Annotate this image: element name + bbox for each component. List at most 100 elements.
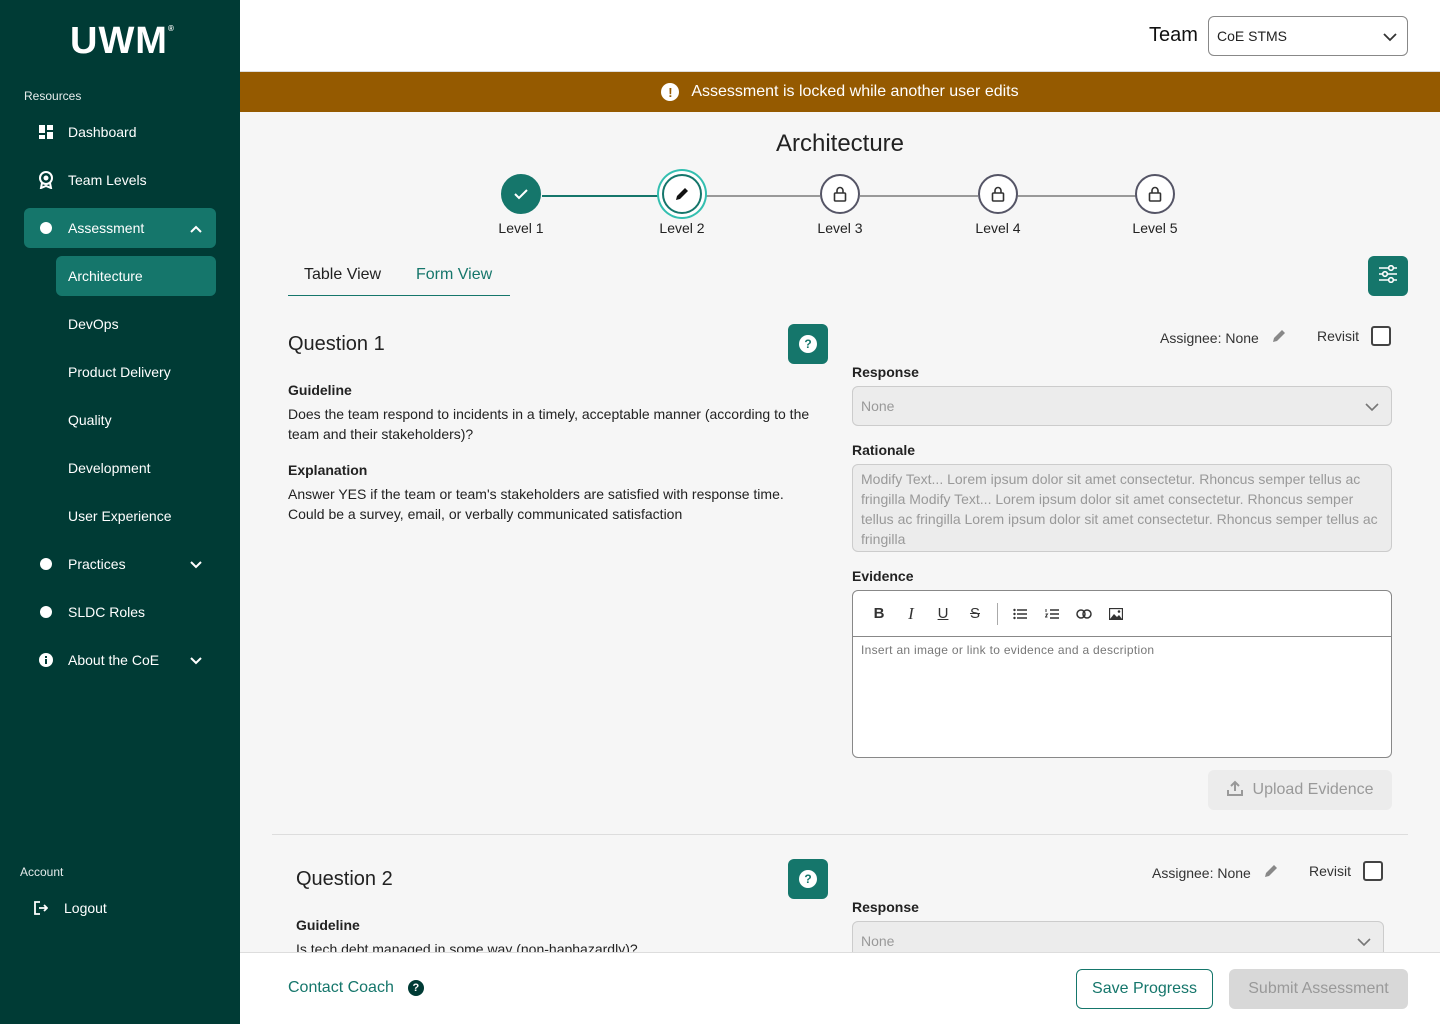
- bold-icon[interactable]: B: [863, 598, 895, 630]
- question-divider: [272, 834, 1408, 835]
- link-icon[interactable]: [1068, 598, 1100, 630]
- bullet-list-icon[interactable]: [1004, 598, 1036, 630]
- banner-text: Assessment is locked while another user …: [691, 83, 1019, 100]
- response-select[interactable]: None: [852, 386, 1392, 426]
- sidebar-subitem-architecture[interactable]: Architecture: [56, 256, 216, 296]
- circle-icon: [24, 558, 68, 570]
- upload-evidence-button[interactable]: Upload Evidence: [1208, 770, 1392, 810]
- revisit-label: Revisit: [1309, 863, 1352, 879]
- evidence-placeholder: Insert an image or link to evidence and …: [861, 643, 1155, 657]
- edit-assignee-icon[interactable]: [1271, 328, 1287, 347]
- response-value: None: [861, 398, 895, 414]
- team-select-value: CoE STMS: [1217, 28, 1288, 44]
- response-label: Response: [852, 364, 919, 380]
- logo-text: UWM: [70, 20, 168, 62]
- guideline-text: Is tech debt managed in some way (non-ha…: [296, 941, 638, 952]
- step-label: Level 2: [659, 220, 705, 236]
- revisit-toggle[interactable]: Revisit: [1317, 326, 1392, 346]
- contact-coach-link[interactable]: Contact Coach ?: [288, 979, 424, 997]
- response-label: Response: [852, 899, 919, 915]
- step-label: Level 3: [817, 220, 863, 236]
- filter-button[interactable]: [1368, 256, 1408, 296]
- sidebar-subitem-product-delivery[interactable]: Product Delivery: [56, 352, 216, 392]
- sidebar-item-sldc-roles[interactable]: SLDC Roles: [24, 592, 216, 632]
- help-icon: ?: [799, 335, 817, 353]
- help-icon: ?: [799, 870, 817, 888]
- assignee-text: Assignee: None: [1152, 864, 1251, 881]
- sidebar: UWM® Resources Dashboard Team Levels Ass…: [0, 0, 240, 1024]
- step-level-3[interactable]: Level 3: [800, 174, 880, 236]
- sidebar-subitem-user-experience[interactable]: User Experience: [56, 496, 216, 536]
- lock-banner: ! Assessment is locked while another use…: [240, 72, 1440, 112]
- upload-label: Upload Evidence: [1252, 781, 1374, 798]
- uwm-logo[interactable]: UWM®: [70, 20, 175, 63]
- image-icon[interactable]: [1100, 598, 1132, 630]
- sidebar-item-label: Team Levels: [68, 172, 147, 188]
- help-button[interactable]: ?: [788, 859, 828, 899]
- sliders-icon: [1378, 264, 1398, 288]
- step-level-5[interactable]: Level 5: [1115, 174, 1195, 236]
- circle-icon: [24, 222, 68, 234]
- step-label: Level 1: [498, 220, 544, 236]
- question-2-title: Question 2: [296, 868, 393, 890]
- logout-button[interactable]: Logout: [20, 888, 212, 928]
- account-label: Account: [20, 865, 64, 879]
- sidebar-item-dashboard[interactable]: Dashboard: [24, 112, 216, 152]
- numbered-list-icon[interactable]: [1036, 598, 1068, 630]
- italic-icon[interactable]: I: [895, 598, 927, 630]
- dashboard-icon: [24, 125, 68, 139]
- response-select[interactable]: None: [852, 921, 1384, 952]
- footer-bar: Contact Coach ? Save Progress Submit Ass…: [240, 952, 1440, 1024]
- sidebar-subitem-devops[interactable]: DevOps: [56, 304, 216, 344]
- question-1-title: Question 1: [288, 333, 385, 355]
- sidebar-item-label: Dashboard: [68, 124, 137, 140]
- lock-icon: [820, 174, 860, 214]
- underline-icon[interactable]: U: [927, 598, 959, 630]
- sidebar-item-team-levels[interactable]: Team Levels: [24, 160, 216, 200]
- logout-label: Logout: [64, 900, 107, 916]
- tab-table-view[interactable]: Table View: [304, 266, 381, 284]
- tab-form-view[interactable]: Form View: [416, 266, 492, 284]
- sidebar-item-about[interactable]: About the CoE: [24, 640, 216, 680]
- evidence-editor[interactable]: B I U S Insert an image or link to evide…: [852, 590, 1392, 758]
- revisit-checkbox[interactable]: [1371, 326, 1392, 346]
- save-progress-button[interactable]: Save Progress: [1076, 969, 1213, 1009]
- editor-toolbar: B I U S: [853, 591, 1391, 637]
- chevron-down-icon: [190, 652, 202, 668]
- strikethrough-icon[interactable]: S: [959, 598, 991, 630]
- chevron-up-icon: [190, 220, 202, 236]
- alert-icon: !: [661, 83, 680, 101]
- chevron-down-icon: [1365, 399, 1379, 415]
- team-label: Team: [1149, 24, 1198, 46]
- view-tabs: Table View Form View: [288, 256, 510, 296]
- upload-icon: [1226, 780, 1243, 801]
- step-level-1[interactable]: Level 1: [481, 174, 561, 236]
- rationale-textarea[interactable]: Modify Text... Lorem ipsum dolor sit ame…: [852, 464, 1392, 552]
- revisit-toggle[interactable]: Revisit: [1309, 861, 1384, 881]
- help-icon: ?: [407, 980, 424, 996]
- sidebar-item-practices[interactable]: Practices: [24, 544, 216, 584]
- step-level-2[interactable]: Level 2: [642, 174, 722, 236]
- sidebar-item-assessment[interactable]: Assessment: [24, 208, 216, 248]
- toolbar-divider: [997, 602, 998, 625]
- top-header: Team CoE STMS: [240, 0, 1440, 72]
- explanation-label: Explanation: [288, 462, 368, 478]
- main-content: Architecture Level 1 Level 2 Level 3 Lev…: [240, 112, 1440, 952]
- chevron-down-icon: [1357, 934, 1371, 950]
- revisit-checkbox[interactable]: [1363, 861, 1384, 881]
- rationale-label: Rationale: [852, 442, 916, 458]
- info-icon: [24, 653, 68, 667]
- award-icon: [24, 171, 68, 189]
- submit-assessment-button[interactable]: Submit Assessment: [1229, 969, 1408, 1009]
- contact-coach-label: Contact Coach: [288, 979, 394, 996]
- team-select[interactable]: CoE STMS: [1208, 16, 1408, 56]
- edit-assignee-icon[interactable]: [1263, 863, 1279, 882]
- assignee: Assignee: None: [1152, 863, 1279, 882]
- lock-icon: [1135, 174, 1175, 214]
- help-button[interactable]: ?: [788, 324, 828, 364]
- assignee-text: Assignee: None: [1160, 329, 1259, 346]
- sidebar-subitem-development[interactable]: Development: [56, 448, 216, 488]
- step-level-4[interactable]: Level 4: [958, 174, 1038, 236]
- sidebar-subitem-quality[interactable]: Quality: [56, 400, 216, 440]
- pencil-icon: [662, 174, 702, 214]
